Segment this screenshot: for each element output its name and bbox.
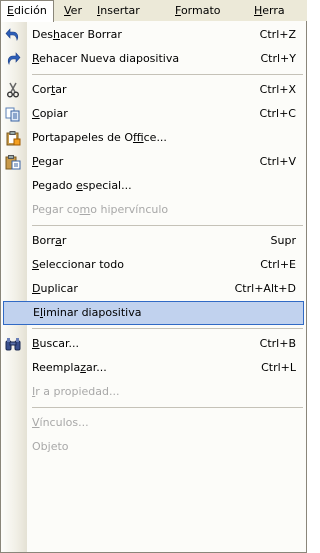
menu-item-cut[interactable]: Cortar Ctrl+X <box>1 78 306 102</box>
menu-separator <box>32 328 303 329</box>
menu-item-shortcut: Ctrl+E <box>260 258 296 271</box>
menu-item-paste-special[interactable]: Pegado especial... <box>1 174 306 198</box>
menu-herramientas[interactable]: Herra <box>248 0 291 21</box>
menu-item-office-clipboard[interactable]: Portapapeles de Office... <box>1 126 306 150</box>
menu-item-shortcut: Ctrl+L <box>261 361 296 374</box>
undo-icon <box>5 27 21 43</box>
binoculars-icon <box>5 336 21 352</box>
edit-menu-dropdown: Deshacer Borrar Ctrl+Z Rehacer Nueva dia… <box>0 21 307 553</box>
office-clipboard-icon <box>5 130 21 146</box>
copy-icon <box>5 106 21 122</box>
menu-item-shortcut: Ctrl+B <box>259 337 296 350</box>
scissors-icon <box>5 82 21 98</box>
menu-item-copy[interactable]: Copiar Ctrl+C <box>1 102 306 126</box>
menu-item-label: Portapapeles de Office... <box>32 131 167 144</box>
menu-item-label: Eliminar diapositiva <box>33 306 142 319</box>
menu-item-shortcut: Ctrl+Alt+D <box>234 282 296 295</box>
menu-item-label: Copiar <box>32 107 68 120</box>
menu-insertar[interactable]: Insertar <box>91 0 146 21</box>
menu-item-shortcut: Ctrl+V <box>259 155 296 168</box>
menu-separator <box>32 74 303 75</box>
menu-item-links[interactable]: Vínculos... <box>1 411 306 435</box>
menu-item-shortcut: Supr <box>270 234 296 247</box>
menu-item-label: Pegar <box>32 155 64 168</box>
menu-item-duplicate[interactable]: Duplicar Ctrl+Alt+D <box>1 277 306 301</box>
menu-item-shortcut: Ctrl+Y <box>260 52 296 65</box>
menu-item-label: Buscar... <box>32 337 80 350</box>
menu-item-redo[interactable]: Rehacer Nueva diapositiva Ctrl+Y <box>1 47 306 71</box>
menu-item-paste-as-hyperlink[interactable]: Pegar como hipervínculo <box>1 198 306 222</box>
menu-edicion[interactable]: Edición <box>0 0 54 22</box>
menu-item-clear[interactable]: Borrar Supr <box>1 229 306 253</box>
menu-item-label: Pegar como hipervínculo <box>32 203 169 216</box>
menu-item-go-to-property[interactable]: Ir a propiedad... <box>1 380 306 404</box>
redo-icon <box>5 51 21 67</box>
menu-ver[interactable]: Ver <box>58 0 88 21</box>
menu-separator <box>32 225 303 226</box>
menu-formato[interactable]: Formato <box>169 0 227 21</box>
menu-item-label: Pegado especial... <box>32 179 132 192</box>
menu-item-delete-slide[interactable]: Eliminar diapositiva <box>3 301 304 325</box>
menu-item-shortcut: Ctrl+X <box>259 83 296 96</box>
menu-separator <box>32 407 303 408</box>
menu-item-label: Deshacer Borrar <box>32 28 122 41</box>
menu-item-label: Reemplazar... <box>32 361 107 374</box>
menu-item-undo[interactable]: Deshacer Borrar Ctrl+Z <box>1 23 306 47</box>
menu-item-label: Seleccionar todo <box>32 258 124 271</box>
menu-item-paste[interactable]: Pegar Ctrl+V <box>1 150 306 174</box>
menu-item-replace[interactable]: Reemplazar... Ctrl+L <box>1 356 306 380</box>
menu-item-shortcut: Ctrl+C <box>259 107 296 120</box>
menu-item-find[interactable]: Buscar... Ctrl+B <box>1 332 306 356</box>
menu-item-select-all[interactable]: Seleccionar todo Ctrl+E <box>1 253 306 277</box>
menu-item-object[interactable]: Objeto <box>1 435 306 459</box>
menu-item-label: Rehacer Nueva diapositiva <box>32 52 180 65</box>
menu-item-label: Borrar <box>32 234 67 247</box>
menu-item-shortcut: Ctrl+Z <box>259 28 296 41</box>
menu-item-label: Vínculos... <box>32 416 89 429</box>
menu-item-label: Duplicar <box>32 282 78 295</box>
menu-item-label: Cortar <box>32 83 67 96</box>
menu-item-label: Ir a propiedad... <box>32 385 120 398</box>
paste-icon <box>5 154 21 170</box>
menu-bar: Edición Ver Insertar Formato Herra <box>0 0 307 22</box>
menu-item-label: Objeto <box>32 440 69 453</box>
